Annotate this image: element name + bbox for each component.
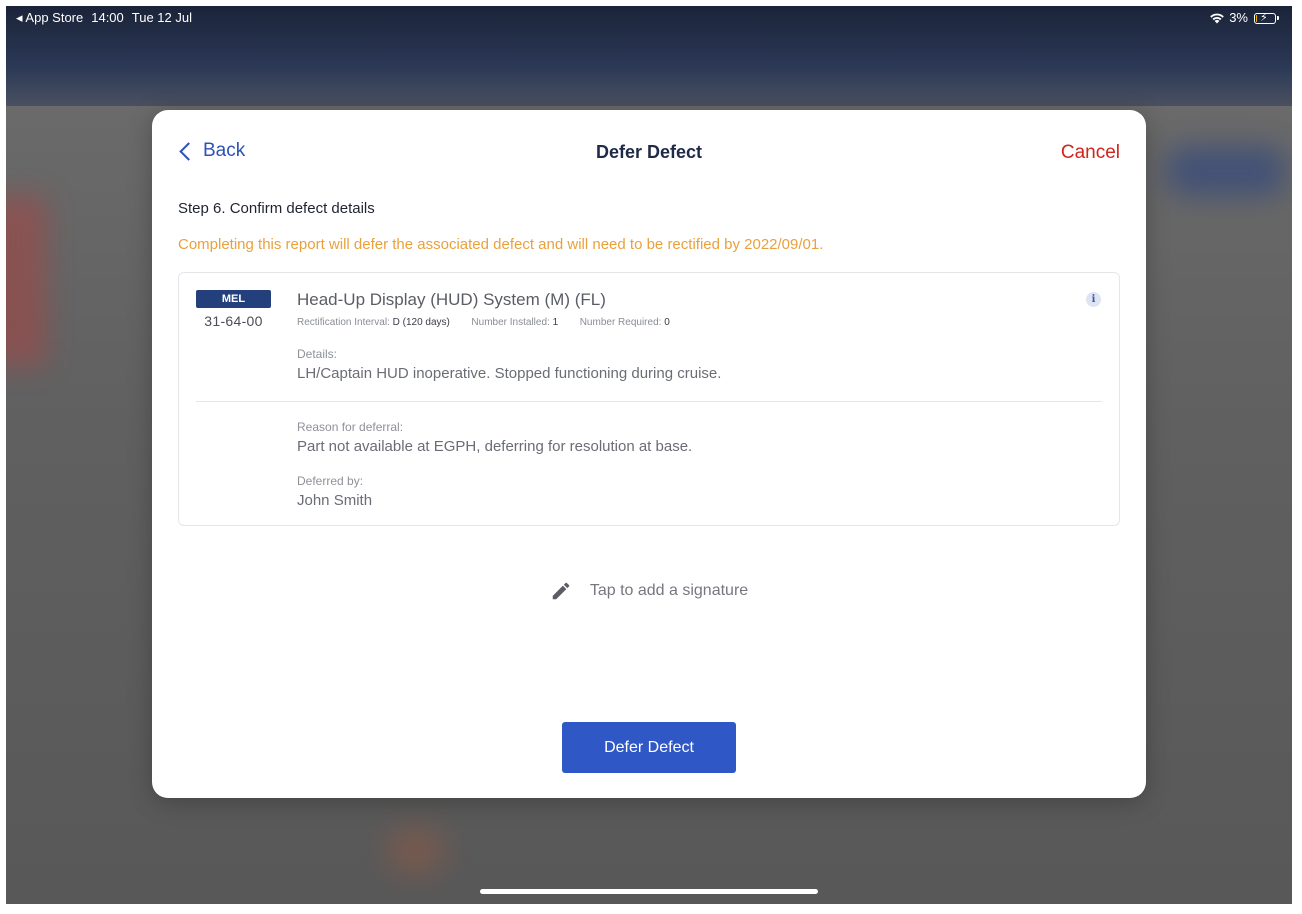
details-label: Details: (297, 347, 338, 361)
battery-level-fill (1256, 14, 1257, 22)
status-date: Tue 12 Jul (131, 10, 193, 25)
background-blur-shape (386, 826, 446, 876)
details-value: LH/Captain HUD inoperative. Stopped func… (297, 365, 722, 382)
reason-value: Part not available at EGPH, deferring fo… (297, 438, 693, 455)
rectification-warning: Completing this report will defer the as… (178, 236, 824, 253)
number-required-value: 0 (664, 317, 670, 328)
ata-code: 31-64-00 (204, 313, 263, 329)
number-installed-label: Number Installed: (471, 317, 550, 328)
pencil-icon (552, 582, 570, 600)
signature-prompt: Tap to add a signature (589, 582, 749, 599)
defect-summary-card: MEL 31-64-00 Head-Up Display (HUD) Syste… (178, 272, 1120, 526)
rectification-interval-label: Rectification Interval: (297, 317, 390, 328)
deferred-by-label: Deferred by: (297, 474, 364, 488)
rectification-interval-value: D (120 days) (392, 317, 450, 328)
reason-label: Reason for deferral: (297, 420, 404, 434)
number-required-label: Number Required: (579, 317, 662, 328)
status-left: ◂ App Store 14:00 Tue 12 Jul (16, 6, 192, 30)
battery-icon: ⚡ (1254, 11, 1279, 24)
defect-meta-row: Rectification Interval: D (120 days) Num… (297, 317, 670, 328)
back-to-app-link[interactable]: ◂ App Store (16, 6, 83, 30)
cancel-button[interactable]: Cancel (1061, 142, 1120, 164)
defect-item-title: Head-Up Display (HUD) System (M) (FL) (297, 290, 606, 309)
background-blur-shape (1166, 146, 1286, 196)
device-screen: ◂ App Store 14:00 Tue 12 Jul 3% ⚡ Back D… (6, 6, 1292, 904)
add-signature-area[interactable]: Tap to add a signature (152, 580, 1146, 602)
background-blur-shape (6, 196, 46, 366)
home-indicator[interactable] (480, 889, 818, 894)
status-right: 3% ⚡ (1209, 6, 1279, 30)
wifi-icon (1210, 13, 1225, 24)
battery-percent: 3% (1229, 10, 1248, 25)
mel-badge: MEL (196, 290, 271, 308)
defer-defect-button[interactable]: Defer Defect (562, 722, 736, 773)
number-installed-value: 1 (552, 317, 559, 328)
defer-defect-modal: Back Defer Defect Cancel Step 6. Confirm… (152, 110, 1146, 798)
status-time: 14:00 (91, 10, 124, 25)
card-divider (196, 401, 1102, 402)
info-icon[interactable]: i (1086, 292, 1101, 307)
step-title: Step 6. Confirm defect details (178, 200, 375, 217)
modal-title: Defer Defect (595, 142, 703, 162)
deferred-by-value: John Smith (297, 492, 373, 509)
charging-bolt-icon: ⚡ (1260, 11, 1268, 24)
status-bar: ◂ App Store 14:00 Tue 12 Jul 3% ⚡ (6, 6, 1292, 30)
